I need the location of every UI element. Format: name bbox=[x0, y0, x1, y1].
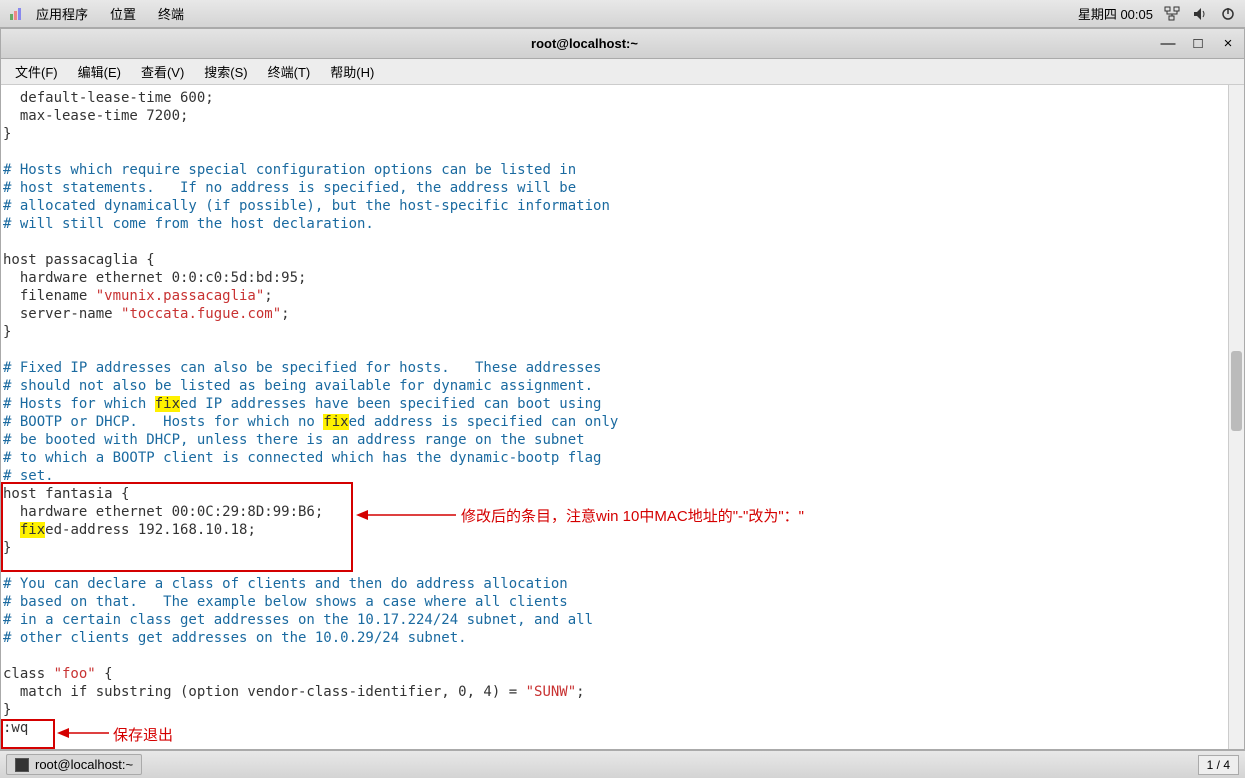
panel-datetime[interactable]: 星期四 00:05 bbox=[1078, 4, 1153, 23]
annotation-text-2: 保存退出 bbox=[113, 724, 173, 745]
system-panel-bottom: root@localhost:~ 1 / 4 bbox=[0, 750, 1245, 778]
volume-icon[interactable] bbox=[1191, 5, 1209, 23]
task-label: root@localhost:~ bbox=[35, 757, 133, 772]
workspace-indicator[interactable]: 1 / 4 bbox=[1198, 755, 1239, 775]
scroll-thumb[interactable] bbox=[1231, 351, 1242, 431]
power-icon[interactable] bbox=[1219, 5, 1237, 23]
terminal-content[interactable]: default-lease-time 600; max-lease-time 7… bbox=[1, 85, 1244, 749]
menu-view[interactable]: 查看(V) bbox=[133, 59, 192, 84]
titlebar[interactable]: root@localhost:~ — □ × bbox=[1, 29, 1244, 59]
system-panel-top: 应用程序 位置 终端 星期四 00:05 bbox=[0, 0, 1245, 28]
taskbar-item-terminal[interactable]: root@localhost:~ bbox=[6, 754, 142, 775]
terminal-icon bbox=[15, 758, 29, 772]
menu-file[interactable]: 文件(F) bbox=[7, 59, 66, 84]
panel-places[interactable]: 位置 bbox=[100, 0, 146, 27]
maximize-button[interactable]: □ bbox=[1190, 35, 1206, 52]
scrollbar[interactable] bbox=[1228, 85, 1244, 749]
terminal-window: root@localhost:~ — □ × 文件(F) 编辑(E) 查看(V)… bbox=[0, 28, 1245, 750]
close-button[interactable]: × bbox=[1220, 35, 1236, 52]
menubar: 文件(F) 编辑(E) 查看(V) 搜索(S) 终端(T) 帮助(H) bbox=[1, 59, 1244, 85]
minimize-button[interactable]: — bbox=[1160, 35, 1176, 52]
panel-terminal[interactable]: 终端 bbox=[148, 0, 194, 27]
window-title: root@localhost:~ bbox=[9, 36, 1160, 51]
network-icon[interactable] bbox=[1163, 5, 1181, 23]
apps-icon bbox=[8, 6, 24, 22]
menu-help[interactable]: 帮助(H) bbox=[322, 59, 382, 84]
annotation-text-1: 修改后的条目，注意win 10中MAC地址的"-"改为"：" bbox=[461, 505, 804, 526]
menu-terminal[interactable]: 终端(T) bbox=[260, 59, 319, 84]
panel-apps[interactable]: 应用程序 bbox=[26, 0, 98, 27]
menu-search[interactable]: 搜索(S) bbox=[196, 59, 255, 84]
menu-edit[interactable]: 编辑(E) bbox=[70, 59, 129, 84]
terminal-text-area[interactable]: default-lease-time 600; max-lease-time 7… bbox=[1, 85, 1228, 749]
